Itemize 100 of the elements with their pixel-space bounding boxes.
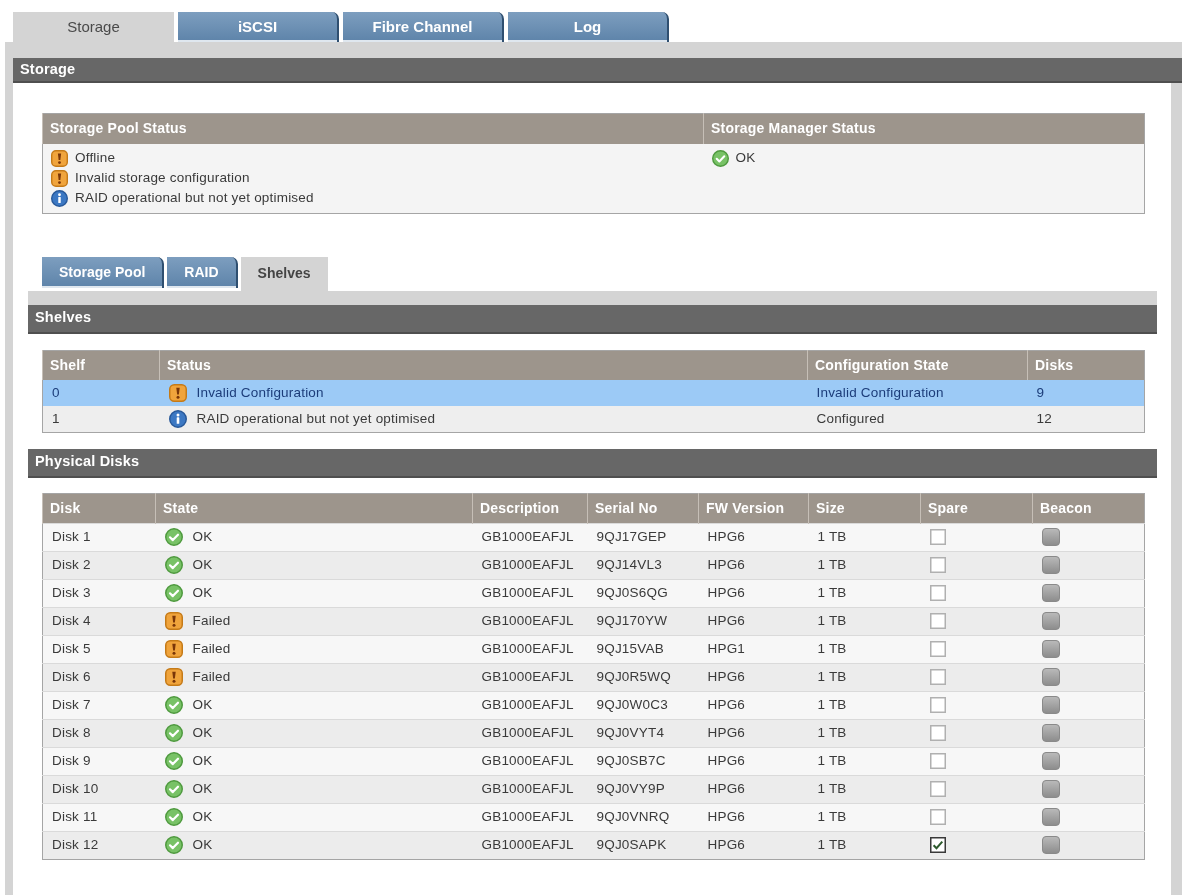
spare-checkbox[interactable] [929, 613, 946, 629]
beacon-button[interactable] [1041, 724, 1060, 742]
spare-checkbox[interactable] [929, 725, 946, 741]
check-circle-icon [164, 528, 183, 546]
check-circle-icon [164, 584, 183, 602]
beacon-button[interactable] [1041, 696, 1060, 714]
beacon-button[interactable] [1041, 808, 1060, 826]
tab[interactable]: Log [508, 12, 669, 42]
table-cell: HPG6 [707, 752, 746, 768]
spare-checkbox[interactable] [929, 697, 946, 713]
check-circle-icon [164, 752, 183, 770]
table-cell: Disk 1 [52, 528, 91, 544]
tab[interactable]: iSCSI [178, 12, 339, 42]
table-cell: HPG6 [707, 528, 746, 544]
beacon-button[interactable] [1041, 640, 1060, 658]
table-cell: 9QJ0VY9P [596, 780, 665, 796]
table-cell: 1 TB [817, 668, 847, 684]
tab[interactable]: RAID [167, 256, 238, 288]
state-text: OK [192, 807, 213, 826]
beacon-button[interactable] [1041, 836, 1060, 854]
column-header: Status [159, 350, 808, 380]
table-cell: 1 TB [817, 584, 847, 600]
table-cell: 9QJ0VYT4 [596, 724, 665, 740]
table-cell: 9QJ14VL3 [596, 556, 662, 572]
spare-checkbox[interactable] [929, 753, 946, 769]
state-text: OK [192, 527, 213, 546]
table-cell: 9QJ0VNRQ [596, 808, 670, 824]
tab[interactable]: Shelves [240, 256, 328, 291]
beacon-button[interactable] [1041, 612, 1060, 630]
beacon-button[interactable] [1041, 584, 1060, 602]
table-cell: GB1000EAFJL [481, 808, 574, 824]
column-header: Description [472, 493, 588, 523]
spare-checkbox[interactable] [929, 529, 946, 545]
table-cell: HPG6 [707, 696, 746, 712]
table-cell: GB1000EAFJL [481, 556, 574, 572]
table-cell: 1 [52, 410, 60, 426]
status-text: Invalid Configuration [196, 383, 324, 402]
spare-checkbox[interactable] [929, 781, 946, 797]
check-circle-icon [164, 724, 183, 742]
column-header: Configuration State [807, 350, 1028, 380]
spare-checkbox[interactable] [929, 641, 946, 657]
table-cell: Disk 12 [52, 836, 99, 852]
state-text: Failed [192, 639, 231, 658]
table-cell: Invalid Configuration [816, 384, 944, 400]
state-text: Failed [192, 667, 231, 686]
table-cell: Disk 11 [52, 808, 98, 824]
table-cell: Disk 6 [52, 668, 91, 684]
table-cell: 9QJ15VAB [596, 640, 664, 656]
table-cell: 1 TB [817, 752, 847, 768]
beacon-button[interactable] [1041, 556, 1060, 574]
column-header: FW Version [698, 493, 809, 523]
table-cell: 9 [1036, 384, 1045, 400]
table-cell: Disk 5 [52, 640, 91, 656]
table-cell: GB1000EAFJL [481, 780, 574, 796]
table-cell: HPG6 [707, 780, 746, 796]
status-text: RAID operational but not yet optimised [196, 409, 436, 428]
table-cell: GB1000EAFJL [481, 836, 574, 852]
check-circle-icon [164, 696, 183, 714]
state-text: OK [192, 723, 213, 742]
spare-checkbox[interactable] [929, 809, 946, 825]
table-cell: GB1000EAFJL [481, 724, 574, 740]
check-circle-icon [164, 556, 183, 574]
beacon-button[interactable] [1041, 668, 1060, 686]
section-header: Shelves [28, 304, 1157, 334]
table-cell: Disk 9 [52, 752, 91, 768]
status-text: RAID operational but not yet optimised [75, 189, 314, 208]
table-cell: GB1000EAFJL [481, 668, 574, 684]
beacon-button[interactable] [1041, 780, 1060, 798]
table-cell: 1 TB [817, 612, 847, 628]
column-header: Storage Manager Status [703, 113, 1145, 144]
table-cell: GB1000EAFJL [481, 752, 574, 768]
tab[interactable]: Storage [13, 12, 174, 42]
table-cell: 1 TB [817, 528, 847, 544]
spare-checkbox[interactable] [929, 557, 946, 573]
tab[interactable]: Storage Pool [42, 256, 165, 288]
table-cell: GB1000EAFJL [481, 640, 574, 656]
warning-icon [51, 150, 68, 167]
spare-checkbox[interactable] [929, 669, 946, 685]
state-text: OK [192, 779, 213, 798]
spare-checkbox[interactable] [929, 585, 946, 601]
table-cell: HPG6 [707, 584, 746, 600]
section-header: Physical Disks [28, 448, 1157, 478]
beacon-button[interactable] [1041, 528, 1060, 546]
column-header: Beacon [1032, 493, 1145, 523]
tab[interactable]: Fibre Channel [343, 12, 504, 42]
status-text: OK [735, 149, 756, 168]
warning-icon [164, 612, 183, 630]
table-cell: Disk 10 [52, 780, 99, 796]
table-cell: HPG6 [707, 612, 746, 628]
column-header: State [155, 493, 473, 523]
column-header: Disk [42, 493, 156, 523]
table-cell: Disk 2 [52, 556, 91, 572]
table-cell: HPG6 [707, 808, 746, 824]
spare-checkbox[interactable] [929, 837, 946, 853]
table-cell: Disk 8 [52, 724, 91, 740]
table-cell: 1 TB [817, 836, 847, 852]
column-header: Serial No [587, 493, 699, 523]
section-header: Storage [13, 58, 1182, 83]
column-header: Spare [920, 493, 1033, 523]
beacon-button[interactable] [1041, 752, 1060, 770]
